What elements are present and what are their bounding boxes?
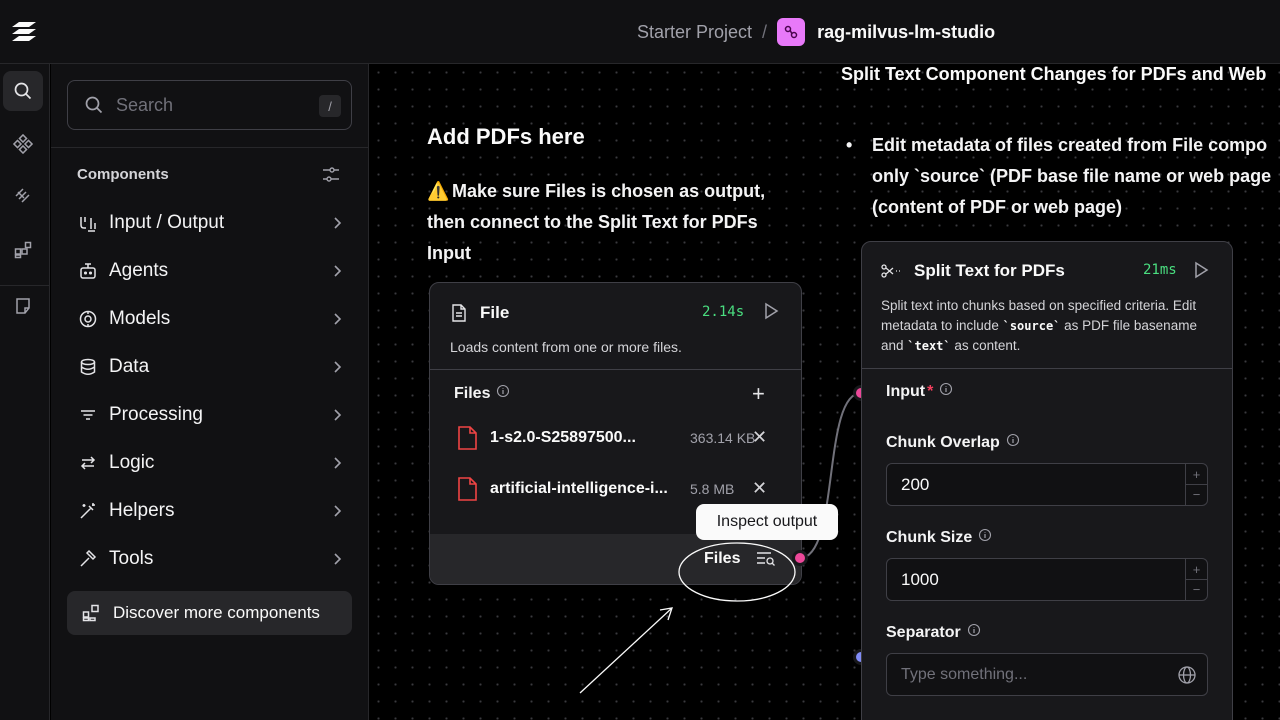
- sidebar-item-logic[interactable]: Logic: [77, 445, 347, 481]
- sidebar-item-label: Tools: [109, 548, 154, 569]
- bundles-icon: [82, 604, 99, 622]
- separator-input[interactable]: Type something...: [886, 653, 1208, 696]
- separator-label: Separator: [886, 623, 981, 642]
- chunk-overlap-label-text: Chunk Overlap: [886, 433, 1000, 451]
- components-sidebar: Search / Components Input / Output Agent…: [51, 64, 369, 720]
- sidebar-item-label: Helpers: [109, 500, 175, 521]
- search-placeholder: Search: [116, 94, 174, 115]
- sidebar-item-tools[interactable]: Tools: [77, 541, 347, 577]
- play-icon[interactable]: [1193, 261, 1209, 284]
- flow-canvas[interactable]: Add PDFs here ⚠️ Make sure Files is chos…: [370, 64, 1280, 720]
- chevron-right-icon: [327, 549, 347, 574]
- sidebar-item-label: Data: [109, 356, 150, 377]
- increment-button[interactable]: +: [1186, 464, 1207, 484]
- search-input[interactable]: Search /: [67, 80, 352, 130]
- required-mark: *: [927, 382, 934, 400]
- breadcrumb-project[interactable]: Starter Project: [637, 22, 752, 43]
- top-bar: Starter Project / rag-milvus-lm-studio: [0, 0, 1280, 64]
- left-rail: [0, 64, 50, 720]
- chevron-right-icon: [327, 357, 347, 382]
- discover-label: Discover more components: [113, 603, 320, 622]
- sidebar-item-label: Models: [109, 308, 171, 329]
- components-rail-button[interactable]: [3, 124, 43, 164]
- search-icon: [14, 82, 32, 100]
- input-label-text: Input: [886, 382, 926, 400]
- arrows-icon: [77, 452, 99, 474]
- chunk-overlap-label: Chunk Overlap: [886, 433, 1020, 452]
- langflow-logo[interactable]: [8, 16, 40, 48]
- number-stepper: + −: [1185, 559, 1207, 600]
- sidebar-item-agents[interactable]: Agents: [77, 253, 347, 289]
- search-icon: [85, 96, 103, 114]
- bundles-rail-button[interactable]: [3, 230, 43, 270]
- chevron-right-icon: [327, 261, 347, 286]
- database-icon: [77, 356, 99, 378]
- bot-icon: [77, 260, 99, 282]
- separator-label-text: Separator: [886, 623, 961, 641]
- discover-more-components-button[interactable]: Discover more components: [67, 591, 352, 635]
- wand-icon: [77, 500, 99, 522]
- filter-settings-icon[interactable]: [321, 165, 341, 190]
- breadcrumb-flow-name[interactable]: rag-milvus-lm-studio: [817, 22, 995, 43]
- components-heading: Components: [77, 166, 169, 183]
- sidebar-item-helpers[interactable]: Helpers: [77, 493, 347, 529]
- node-title: Split Text for PDFs: [914, 261, 1065, 280]
- mcp-rail-button[interactable]: [3, 176, 43, 216]
- chunk-overlap-input[interactable]: 200 + −: [886, 463, 1208, 506]
- sidebar-item-label: Processing: [109, 404, 203, 425]
- sidebar-item-label: Agents: [109, 260, 169, 281]
- sidebar-divider: [51, 147, 369, 148]
- info-icon[interactable]: [978, 528, 992, 547]
- search-shortcut-badge: /: [319, 95, 341, 117]
- chevron-right-icon: [327, 405, 347, 430]
- sidebar-item-label: Input / Output: [109, 212, 225, 233]
- chevron-right-icon: [327, 213, 347, 238]
- chunk-overlap-value: 200: [901, 475, 930, 494]
- sidebar-item-input-output[interactable]: Input / Output: [77, 205, 347, 241]
- sidebar-item-processing[interactable]: Processing: [77, 397, 347, 433]
- bundles-icon: [14, 241, 32, 259]
- filter-lines-icon: [77, 404, 99, 426]
- sidebar-item-models[interactable]: Models: [77, 301, 347, 337]
- components-icon: [13, 134, 33, 154]
- sidebar-item-data[interactable]: Data: [77, 349, 347, 385]
- chunk-size-label: Chunk Size: [886, 528, 992, 547]
- globe-icon[interactable]: [1177, 665, 1197, 690]
- info-icon[interactable]: [939, 382, 953, 401]
- mcp-icon: [15, 188, 30, 203]
- breadcrumb-separator: /: [762, 21, 768, 42]
- search-rail-button[interactable]: [3, 71, 43, 111]
- node-description: Split text into chunks based on specifie…: [881, 298, 1197, 353]
- split-text-node[interactable]: Split Text for PDFs 21ms Split text into…: [861, 241, 1233, 720]
- run-time-badge: 21ms: [1143, 262, 1177, 278]
- flow-icon: [777, 18, 806, 46]
- chunk-size-input[interactable]: 1000 + −: [886, 558, 1208, 601]
- decrement-button[interactable]: −: [1186, 579, 1207, 599]
- number-stepper: + −: [1185, 464, 1207, 505]
- separator-placeholder: Type something...: [901, 666, 1028, 683]
- breadcrumb: Starter Project / rag-milvus-lm-studio: [637, 18, 995, 46]
- notes-rail-button[interactable]: [3, 286, 43, 326]
- sticky-note-icon: [16, 298, 30, 314]
- chevron-right-icon: [327, 501, 347, 526]
- chevron-right-icon: [327, 309, 347, 334]
- hammer-icon: [77, 548, 99, 570]
- sidebar-item-label: Logic: [109, 452, 155, 473]
- scissors-icon: [881, 264, 900, 278]
- input-output-icon: [77, 212, 99, 234]
- input-field-label: Input *: [886, 382, 953, 401]
- chevron-right-icon: [327, 453, 347, 478]
- info-icon[interactable]: [1006, 433, 1020, 452]
- node-divider: [862, 368, 1232, 369]
- chunk-size-label-text: Chunk Size: [886, 528, 973, 546]
- brain-icon: [77, 308, 99, 330]
- increment-button[interactable]: +: [1186, 559, 1207, 579]
- info-icon[interactable]: [967, 623, 981, 642]
- decrement-button[interactable]: −: [1186, 484, 1207, 504]
- chunk-size-value: 1000: [901, 570, 939, 589]
